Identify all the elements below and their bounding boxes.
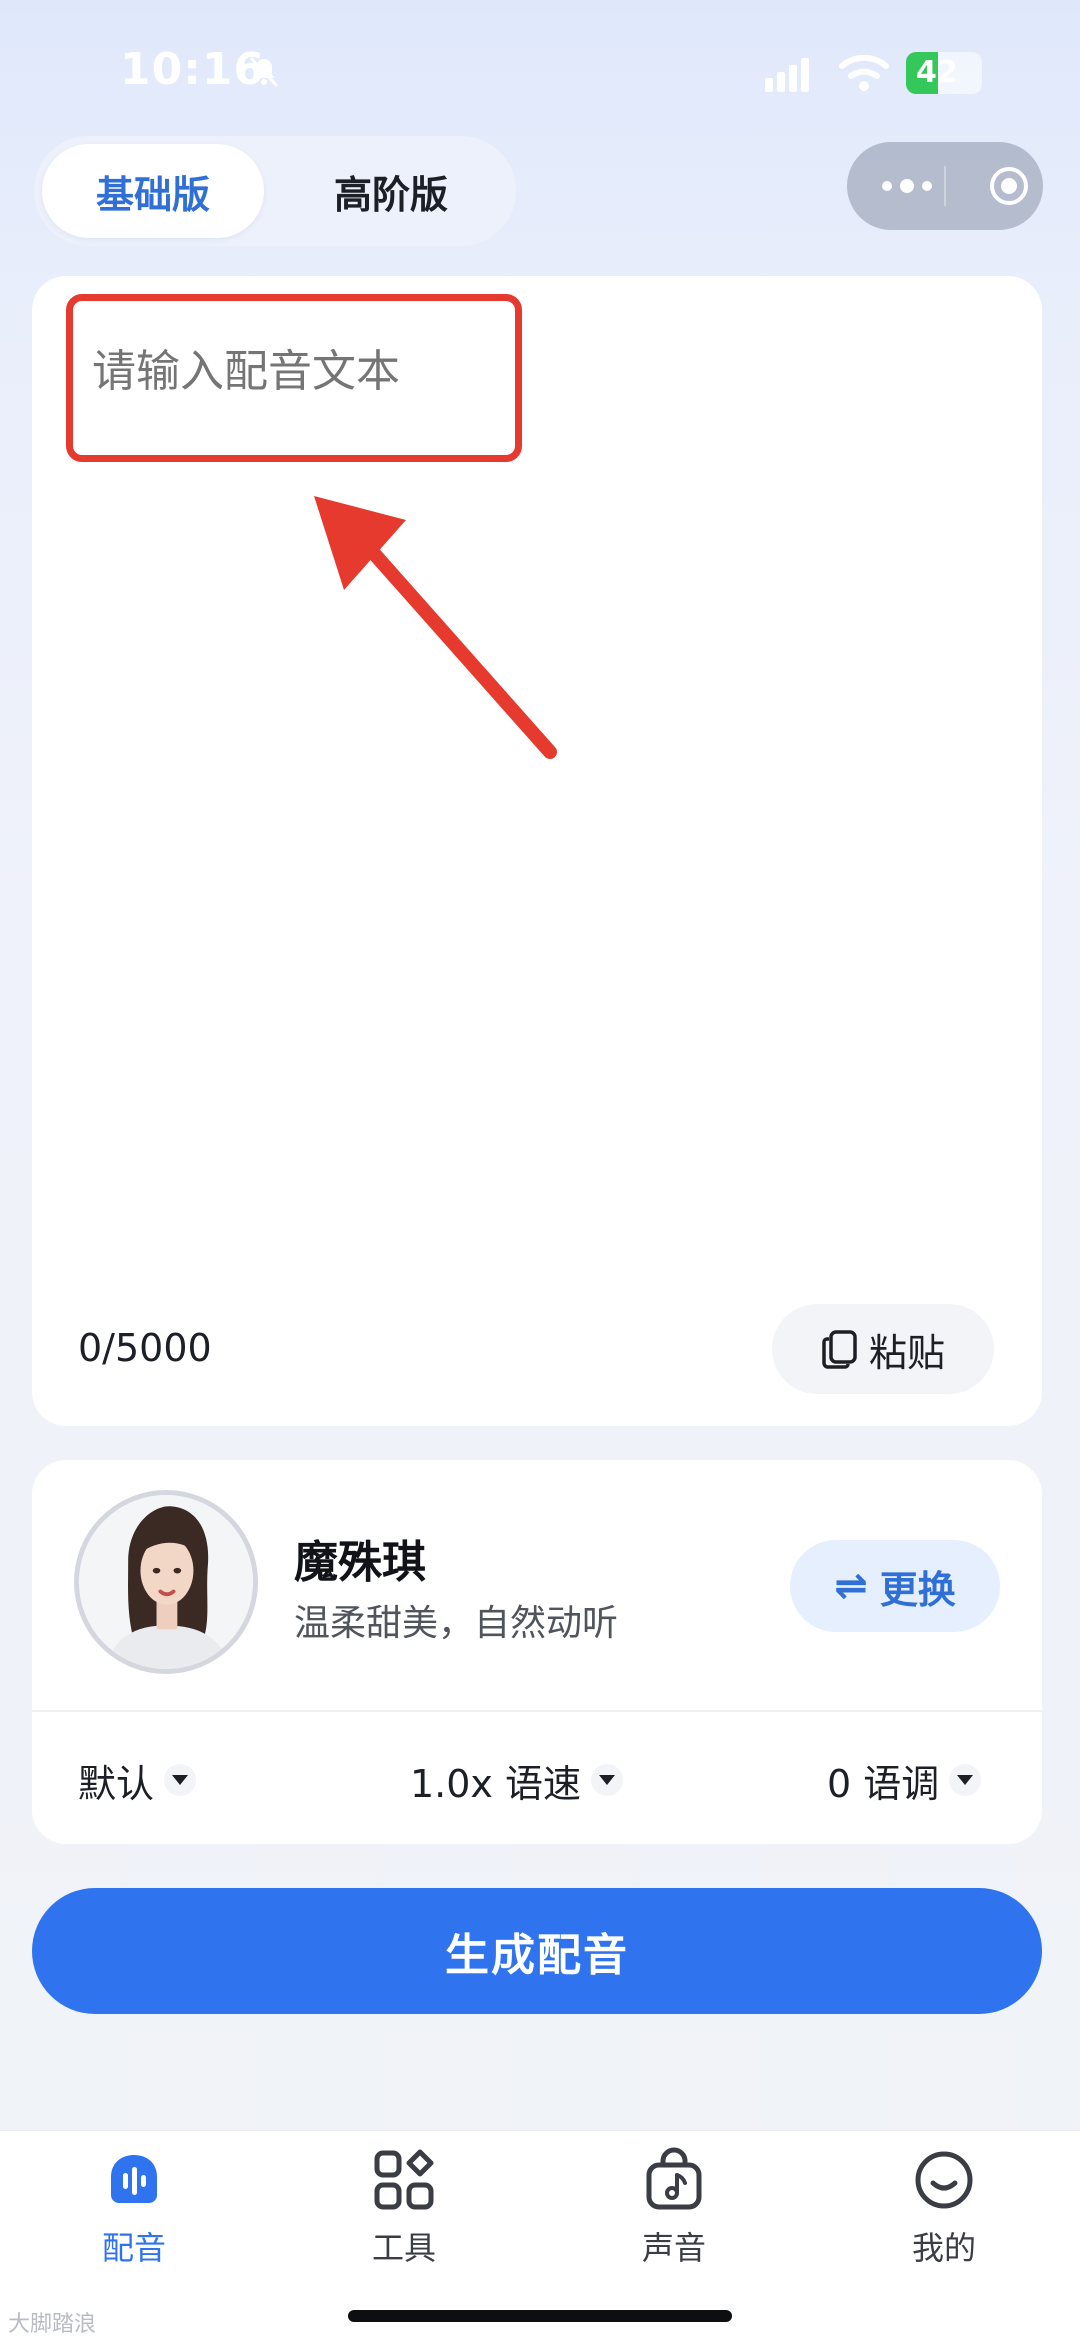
nav-dubbing-label: 配音 — [101, 2229, 166, 2267]
speed-value: 1.0x 语速 — [410, 1761, 582, 1806]
nav-sound-label: 声音 — [641, 2229, 706, 2267]
generate-dubbing-button[interactable]: 生成配音 — [32, 1888, 1042, 2014]
style-value: 默认 — [78, 1761, 155, 1806]
mode-switch: 基础版 高阶版 — [34, 136, 516, 246]
voice-card: 魔殊琪 温柔甜美，自然动听 ⇌ 更换 默认 1.0x 语速 0 语调 — [32, 1460, 1042, 1844]
smile-icon — [915, 2151, 973, 2209]
watermark: 大脚踏浪 — [8, 2312, 97, 2337]
nav-tools-label: 工具 — [371, 2229, 436, 2267]
woman-portrait-icon — [79, 1495, 253, 1669]
capsule-divider — [944, 166, 946, 206]
nav-mine[interactable]: 我的 — [854, 2147, 1034, 2287]
nav-mine-label: 我的 — [911, 2229, 976, 2267]
close-miniprogram-icon[interactable] — [987, 164, 1031, 208]
battery-level: 42 — [916, 55, 958, 90]
grid-icon — [374, 2149, 434, 2210]
voice-name: 魔殊琪 — [294, 1537, 426, 1588]
paste-button[interactable]: 粘贴 — [772, 1304, 994, 1394]
caret-down-icon — [949, 1764, 982, 1796]
annotation-highlight-box — [66, 294, 522, 462]
waveform-icon — [111, 2155, 157, 2203]
pitch-dropdown[interactable]: 0 语调 — [827, 1750, 982, 1810]
miniprogram-capsule — [847, 142, 1043, 230]
char-count: 0/5000 — [78, 1326, 212, 1370]
speed-dropdown[interactable]: 1.0x 语速 — [410, 1750, 624, 1810]
annotation-arrow-icon — [314, 496, 557, 759]
nav-tools[interactable]: 工具 — [314, 2147, 494, 2287]
voice-description: 温柔甜美，自然动听 — [294, 1603, 619, 1644]
voice-avatar — [74, 1490, 258, 1674]
bell-muted-icon — [249, 56, 279, 88]
status-time: 10:16 — [120, 44, 266, 95]
pitch-value: 0 语调 — [827, 1761, 940, 1806]
change-voice-button[interactable]: ⇌ 更换 — [790, 1540, 1000, 1632]
tab-advanced[interactable]: 高阶版 — [280, 144, 502, 238]
wifi-icon — [839, 54, 889, 91]
divider — [32, 1710, 1042, 1712]
home-indicator[interactable] — [348, 2310, 732, 2322]
status-bar: 10:16 42 — [0, 0, 1080, 140]
tab-basic[interactable]: 基础版 — [42, 144, 264, 238]
caret-down-icon — [591, 1764, 624, 1796]
nav-sound[interactable]: 声音 — [584, 2147, 764, 2287]
cellular-signal-icon — [765, 58, 809, 92]
more-icon[interactable] — [877, 172, 937, 200]
paste-label: 粘贴 — [868, 1330, 945, 1375]
music-bag-icon — [646, 2147, 702, 2210]
caret-down-icon — [164, 1764, 197, 1796]
style-dropdown[interactable]: 默认 — [78, 1750, 197, 1810]
swap-icon: ⇌ — [834, 1563, 868, 1609]
battery-indicator: 42 — [906, 52, 982, 94]
paste-icon — [822, 1330, 857, 1369]
change-voice-label: 更换 — [879, 1567, 956, 1612]
nav-dubbing[interactable]: 配音 — [44, 2147, 224, 2287]
